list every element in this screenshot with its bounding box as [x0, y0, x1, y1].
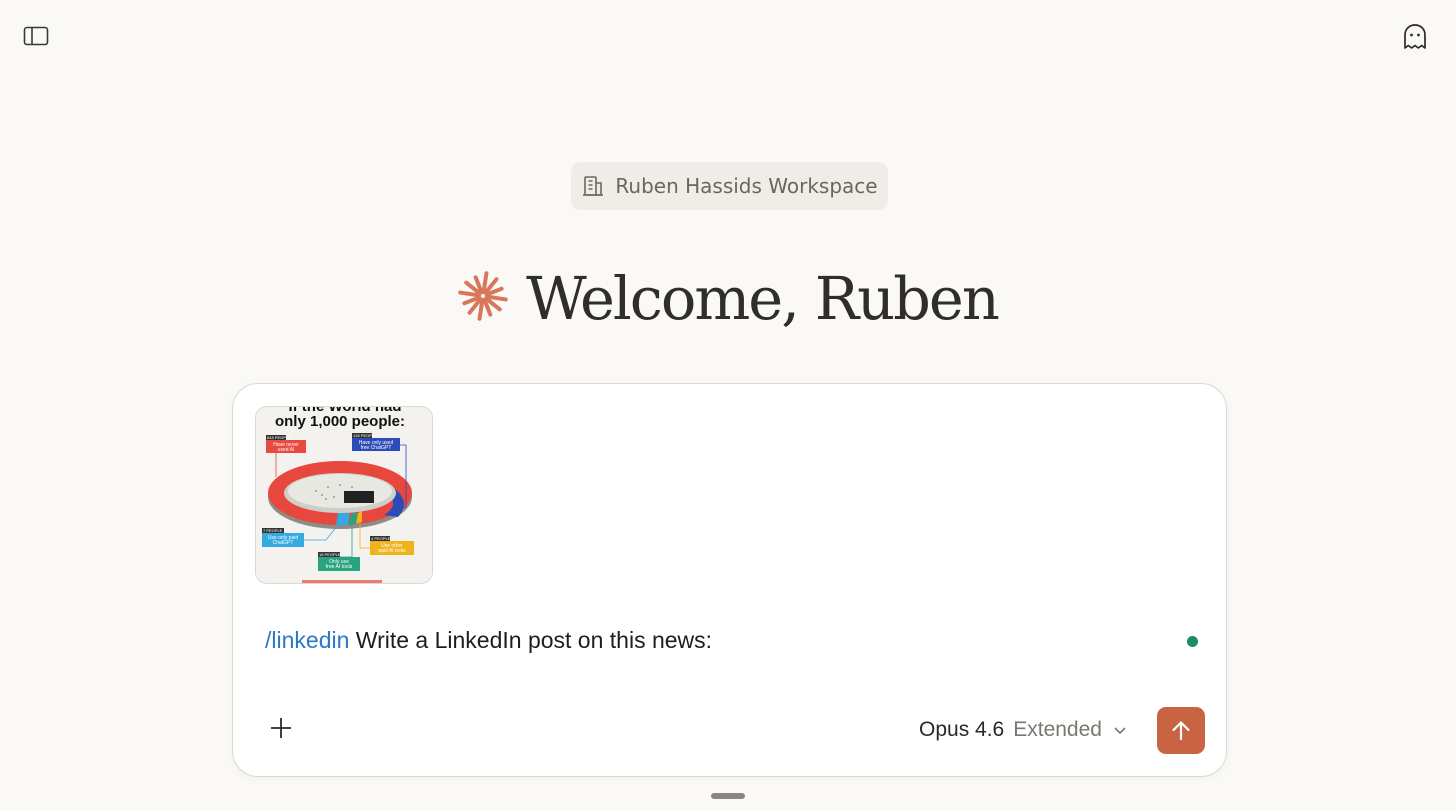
- image-attachment-thumbnail[interactable]: If the World had only 1,000 people: 848 …: [255, 406, 433, 584]
- workspace-label: Ruben Hassids Workspace: [615, 174, 878, 198]
- status-indicator-dot: [1187, 636, 1198, 647]
- model-name: Opus 4.6: [919, 718, 1005, 741]
- welcome-heading: Welcome, Ruben: [0, 258, 1456, 338]
- model-mode: Extended: [1013, 718, 1102, 741]
- slash-command: /linkedin: [265, 627, 350, 653]
- prompt-text: Write a LinkedIn post on this news:: [349, 627, 713, 653]
- chat-composer: If the World had only 1,000 people: 848 …: [232, 383, 1227, 777]
- svg-text:7 PEOPLE: 7 PEOPLE: [263, 528, 283, 533]
- incognito-chat-button[interactable]: [1400, 22, 1430, 52]
- composer-resize-handle[interactable]: [711, 793, 745, 799]
- svg-text:16 PEOPLE: 16 PEOPLE: [319, 552, 341, 557]
- svg-text:used AI: used AI: [278, 447, 295, 453]
- chevron-down-icon: [1113, 723, 1127, 737]
- svg-text:126 PEOPLE: 126 PEOPLE: [353, 433, 377, 438]
- claude-spark-logo: [458, 271, 508, 321]
- workspace-selector[interactable]: Ruben Hassids Workspace: [571, 162, 888, 210]
- send-button[interactable]: [1157, 707, 1205, 754]
- svg-text:848 PEOPLE: 848 PEOPLE: [267, 435, 291, 440]
- page-title: Welcome, Ruben: [526, 263, 1000, 333]
- add-content-button[interactable]: [263, 710, 299, 746]
- svg-text:ChatGPT: ChatGPT: [273, 540, 294, 546]
- building-icon: [581, 174, 605, 198]
- model-selector[interactable]: Opus 4.6 Extended: [919, 712, 1127, 748]
- svg-text:paid AI tools: paid AI tools: [378, 548, 406, 554]
- attachment-title-line2: only 1,000 people:: [275, 413, 405, 430]
- arrow-up-icon: [1170, 720, 1192, 742]
- svg-text:free AI tools: free AI tools: [326, 564, 353, 570]
- svg-text:4 PEOPLE: 4 PEOPLE: [371, 536, 391, 541]
- sidebar-toggle-icon: [23, 26, 49, 46]
- sidebar-toggle-button[interactable]: [21, 24, 51, 48]
- ghost-icon: [1402, 23, 1428, 51]
- prompt-input[interactable]: /linkedin Write a LinkedIn post on this …: [265, 627, 712, 654]
- plus-icon: [269, 716, 293, 740]
- svg-text:free ChatGPT: free ChatGPT: [361, 445, 392, 451]
